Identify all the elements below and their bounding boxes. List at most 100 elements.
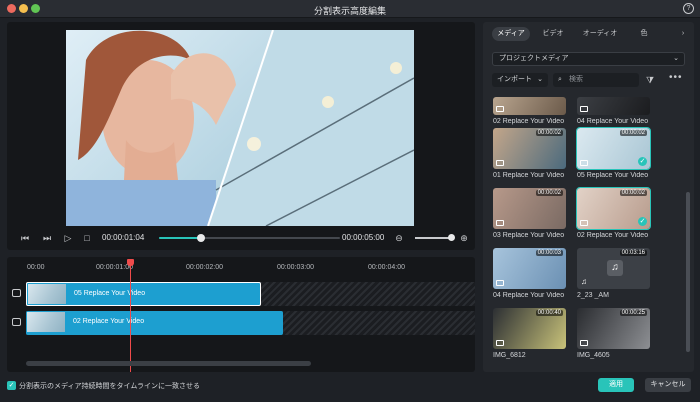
- timeline-clip[interactable]: 05 Replace Your Video: [26, 282, 261, 306]
- ruler-tick: 00:00:04:00: [368, 264, 405, 271]
- apply-button[interactable]: 適用: [598, 378, 634, 392]
- video-file-icon: [496, 160, 504, 166]
- current-timecode: 00:00:01:04: [102, 233, 145, 242]
- media-item-name: 05 Replace Your Video: [577, 172, 649, 179]
- tab-audio[interactable]: オーディオ: [578, 27, 622, 41]
- media-item[interactable]: 04 Replace Your Video: [577, 97, 650, 125]
- split-screen-preview[interactable]: [66, 30, 414, 226]
- media-thumbnail[interactable]: [493, 97, 566, 115]
- media-thumbnail[interactable]: 00:00:02: [493, 188, 566, 229]
- media-thumbnail[interactable]: 00:00:02 ✓: [576, 127, 651, 170]
- zoom-in-icon[interactable]: ⊕: [458, 232, 470, 244]
- media-item-name: 04 Replace Your Video: [577, 118, 649, 125]
- media-item[interactable]: 00:03:16 ♫ ♫ 2_23 _AM: [577, 248, 650, 299]
- tabs-overflow-chevron-icon[interactable]: ›: [677, 27, 689, 41]
- zoom-slider[interactable]: [415, 237, 451, 239]
- media-item-name: 02 Replace Your Video: [577, 232, 649, 239]
- video-file-icon: [496, 106, 504, 112]
- media-item[interactable]: 00:00:02 ✓ 05 Replace Your Video: [576, 127, 651, 179]
- media-duration: 00:03:16: [619, 250, 647, 256]
- match-duration-checkbox[interactable]: ✓: [7, 381, 16, 390]
- play-icon[interactable]: ▷: [62, 232, 74, 244]
- ruler-tick: 00:00:02:00: [186, 264, 223, 271]
- more-options-icon[interactable]: •••: [669, 72, 683, 83]
- window-title: 分割表示高度編集: [313, 6, 386, 16]
- media-duration: 00:00:03: [535, 250, 563, 256]
- time-ruler[interactable]: 00:00 00:00:01:00 00:00:02:00 00:00:03:0…: [7, 257, 475, 277]
- media-item[interactable]: 00:00:03 04 Replace Your Video: [493, 248, 566, 299]
- timeline-track-1: 05 Replace Your Video: [26, 282, 475, 306]
- search-icon: ⌕: [558, 76, 562, 83]
- help-icon[interactable]: ?: [683, 3, 694, 14]
- media-thumbnail[interactable]: 00:00:03: [493, 248, 566, 289]
- tab-video[interactable]: ビデオ: [538, 27, 568, 41]
- media-item[interactable]: 02 Replace Your Video: [493, 97, 566, 125]
- clip-label: 05 Replace Your Video: [74, 290, 146, 297]
- video-file-icon: [580, 160, 588, 166]
- playhead[interactable]: [130, 260, 131, 372]
- media-thumbnail[interactable]: 00:00:40: [493, 308, 566, 349]
- previous-frame-icon[interactable]: ⏮: [19, 232, 31, 244]
- video-file-icon: [580, 220, 588, 226]
- title-bar: 分割表示高度編集 ?: [0, 0, 700, 18]
- music-note-icon: ♫: [581, 277, 587, 286]
- media-item[interactable]: 00:00:02 01 Replace Your Video: [493, 128, 566, 179]
- tab-color[interactable]: 色: [633, 27, 655, 41]
- audio-file-icon: ♫: [607, 260, 623, 276]
- footer: ✓ 分割表示のメディア持続時間をタイムラインに一致させる 適用 キャンセル: [0, 375, 700, 402]
- media-item-name: 2_23 _AM: [577, 292, 609, 299]
- media-thumbnail[interactable]: 00:00:02: [493, 128, 566, 169]
- media-duration: 00:00:25: [619, 310, 647, 316]
- search-placeholder: 検索: [569, 76, 583, 83]
- media-source-dropdown[interactable]: プロジェクトメディア ⌄: [492, 52, 685, 66]
- preview-panel: ⏮ ⏭ ▷ □ 00:00:01:04 00:00:05:00 ⊖ ⊕: [7, 22, 475, 250]
- stop-icon[interactable]: □: [81, 232, 93, 244]
- zoom-slider-handle[interactable]: [448, 234, 455, 241]
- scrub-handle[interactable]: [196, 234, 205, 242]
- media-duration: 00:00:40: [535, 310, 563, 316]
- video-file-icon: [496, 340, 504, 346]
- media-thumbnail[interactable]: 00:00:02 ✓: [576, 187, 651, 230]
- media-item-name: 01 Replace Your Video: [493, 172, 565, 179]
- duration-timecode: 00:00:05:00: [342, 233, 385, 242]
- timeline-horizontal-scrollbar[interactable]: [26, 361, 311, 366]
- media-item-name: 04 Replace Your Video: [493, 292, 565, 299]
- media-item-name: 03 Replace Your Video: [493, 232, 565, 239]
- video-file-icon: [496, 220, 504, 226]
- player-controls: ⏮ ⏭ ▷ □ 00:00:01:04 00:00:05:00 ⊖ ⊕: [7, 229, 475, 247]
- tab-media[interactable]: メディア: [492, 27, 530, 41]
- media-panel: メディア ビデオ オーディオ 色 › プロジェクトメディア ⌄ インポート ⌄ …: [483, 22, 694, 372]
- selected-check-icon: ✓: [638, 217, 647, 226]
- media-thumbnail[interactable]: [577, 97, 650, 115]
- import-label: インポート: [497, 76, 532, 83]
- media-item[interactable]: 00:00:02 03 Replace Your Video: [493, 188, 566, 239]
- media-item[interactable]: 00:00:40 IMG_6812: [493, 308, 566, 359]
- ruler-tick: 00:00: [27, 264, 45, 271]
- media-item[interactable]: 00:00:25 IMG_4605: [577, 308, 650, 359]
- media-duration: 00:00:02: [535, 190, 563, 196]
- media-duration: 00:00:02: [535, 130, 563, 136]
- media-duration: 00:00:02: [619, 130, 647, 136]
- cancel-button[interactable]: キャンセル: [645, 378, 691, 392]
- media-tabs: メディア ビデオ オーディオ 色 ›: [483, 27, 694, 43]
- clip-thumbnail: [27, 312, 65, 332]
- clip-label: 02 Replace Your Video: [73, 318, 145, 325]
- scrub-bar[interactable]: [159, 234, 340, 242]
- zoom-out-icon[interactable]: ⊖: [393, 232, 405, 244]
- media-search-input[interactable]: ⌕ 検索: [553, 73, 639, 87]
- media-item-name: 02 Replace Your Video: [493, 118, 565, 125]
- media-source-value: プロジェクトメディア: [499, 55, 569, 62]
- clip-thumbnail: [28, 284, 66, 304]
- timeline-clip[interactable]: 02 Replace Your Video: [26, 311, 283, 335]
- media-thumbnail[interactable]: 00:03:16 ♫ ♫: [577, 248, 650, 289]
- import-button[interactable]: インポート ⌄: [492, 73, 548, 87]
- next-frame-icon[interactable]: ⏭: [41, 232, 53, 244]
- media-item[interactable]: 00:00:02 ✓ 02 Replace Your Video: [576, 187, 651, 239]
- track-1-icon[interactable]: [12, 289, 21, 297]
- media-vertical-scrollbar[interactable]: [686, 192, 690, 352]
- ruler-tick: 00:00:03:00: [277, 264, 314, 271]
- track-2-icon[interactable]: [12, 318, 21, 326]
- chevron-down-icon: ⌄: [537, 76, 543, 83]
- filter-icon[interactable]: ⧩: [646, 75, 654, 86]
- media-thumbnail[interactable]: 00:00:25: [577, 308, 650, 349]
